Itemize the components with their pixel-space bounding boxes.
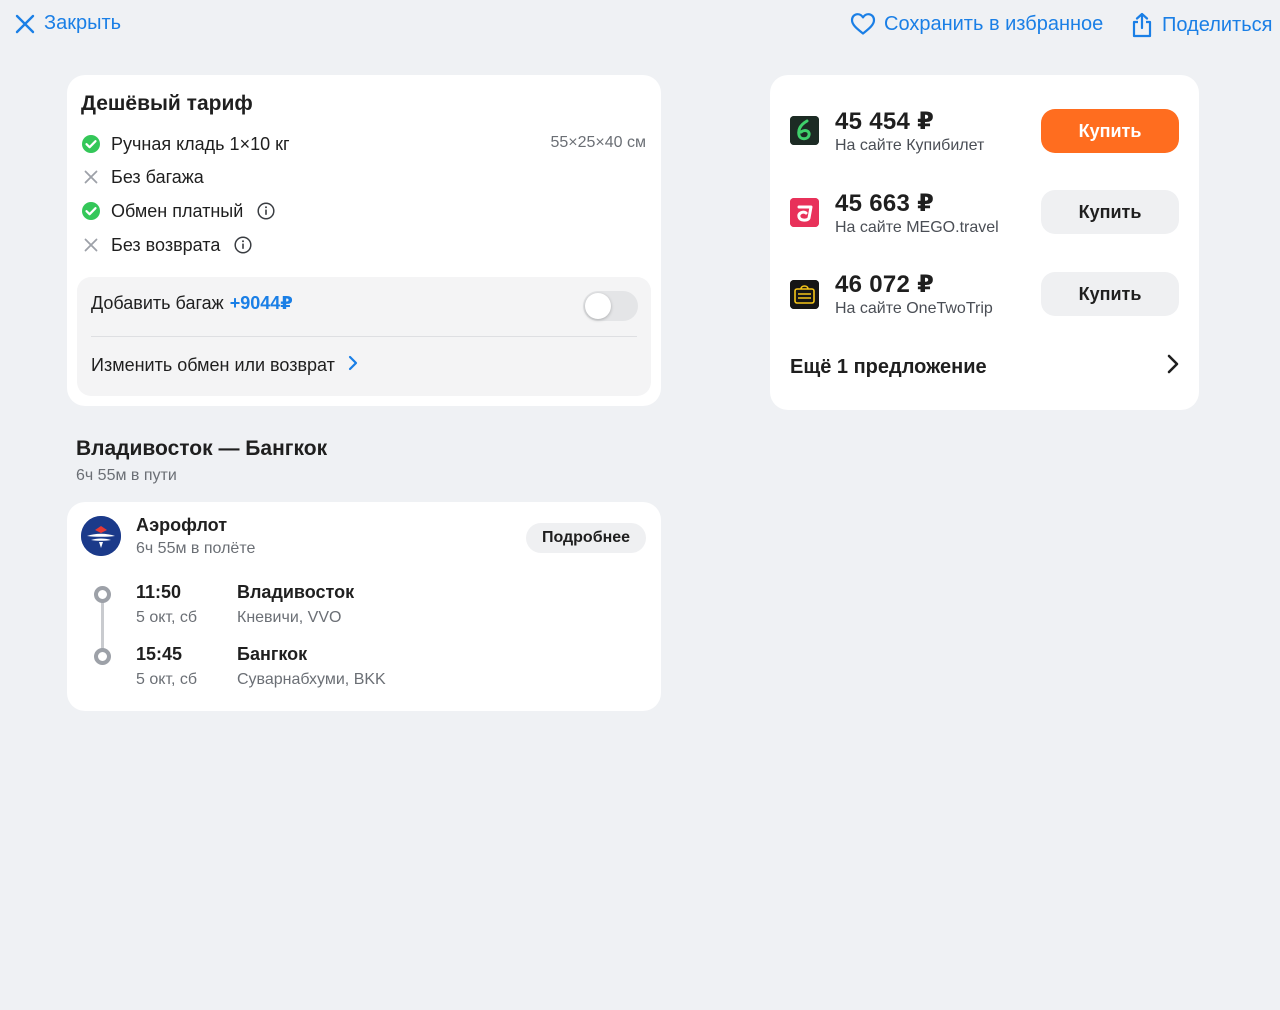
hand-luggage-size: 55×25×40 см — [550, 134, 646, 151]
departure-date: 5 окт, сб — [136, 609, 198, 626]
tariff-title: Дешёвый тариф — [81, 92, 253, 115]
offer-site: На сайте OneTwoTrip — [835, 300, 993, 317]
more-offers-label: Ещё 1 предложение — [790, 355, 987, 378]
check-circle-icon — [81, 134, 101, 154]
buy-button-kupibilet[interactable]: Купить — [1041, 109, 1179, 153]
cross-icon — [81, 235, 101, 255]
feature-exchange: Обмен платный — [81, 199, 275, 223]
offer-price: 46 072 ₽ — [835, 271, 935, 298]
mego-logo — [790, 198, 819, 227]
flight-duration: 6ч 55м в полёте — [136, 540, 256, 557]
details-button[interactable]: Подробнее — [526, 523, 646, 553]
buy-button-mego[interactable]: Купить — [1041, 190, 1179, 234]
offer-site: На сайте MEGO.travel — [835, 219, 999, 236]
offer-price: 45 454 ₽ — [835, 108, 935, 135]
share-icon — [1130, 12, 1154, 38]
arrival-airport: Суварнабхуми, BKK — [237, 671, 386, 688]
save-favorite-label: Сохранить в избранное — [884, 12, 1104, 35]
aeroflot-logo — [81, 516, 121, 556]
flight-card: Аэрофлот 6ч 55м в полёте Подробнее 11:50… — [67, 502, 661, 711]
info-icon[interactable] — [234, 236, 252, 254]
check-circle-icon — [81, 201, 101, 221]
feature-label: Без возврата — [111, 234, 221, 255]
timeline-dot-departure — [94, 586, 111, 603]
add-baggage-label: Добавить багаж — [91, 293, 224, 313]
heart-icon — [850, 12, 876, 36]
onetwotrip-logo — [790, 280, 819, 309]
timeline-dot-arrival — [94, 648, 111, 665]
tariff-card: Дешёвый тариф Ручная кладь 1×10 кг 55×25… — [67, 75, 661, 406]
info-icon[interactable] — [257, 202, 275, 220]
toggle-knob — [585, 293, 611, 319]
feature-label: Ручная кладь 1×10 кг — [111, 133, 290, 154]
share-label: Поделиться — [1162, 13, 1273, 36]
close-label: Закрыть — [44, 12, 122, 34]
arrival-time: 15:45 — [136, 644, 183, 664]
offer-price: 45 663 ₽ — [835, 190, 935, 217]
arrival-city: Бангкок — [237, 644, 308, 664]
offer-site: На сайте Купибилет — [835, 137, 985, 154]
add-baggage-toggle[interactable] — [583, 291, 638, 321]
more-offers-link[interactable]: Ещё 1 предложение — [790, 353, 1180, 381]
change-exchange-refund-link[interactable]: Изменить обмен или возврат — [91, 355, 359, 376]
cross-icon — [81, 167, 101, 187]
top-bar: Закрыть Сохранить в избранное Поделиться — [0, 0, 1280, 52]
airline-name: Аэрофлот — [136, 515, 228, 535]
buy-button-onetwotrip[interactable]: Купить — [1041, 272, 1179, 316]
divider — [91, 336, 637, 337]
feature-label: Обмен платный — [111, 200, 244, 221]
departure-city: Владивосток — [237, 582, 355, 602]
route-duration: 6ч 55м в пути — [76, 467, 177, 484]
arrival-date: 5 окт, сб — [136, 671, 198, 688]
departure-time: 11:50 — [136, 582, 182, 602]
kupibilet-logo — [790, 116, 819, 145]
chevron-right-icon — [347, 355, 359, 376]
timeline-line — [101, 594, 104, 656]
add-baggage-row: Добавить багаж +9044₽ — [91, 293, 293, 314]
departure-airport: Кневичи, VVO — [237, 609, 342, 626]
feature-label: Без багажа — [111, 166, 204, 187]
add-baggage-price: +9044₽ — [229, 293, 293, 313]
feature-baggage: Без багажа — [81, 165, 204, 189]
baggage-options-box: Добавить багаж +9044₽ Изменить обмен или … — [77, 277, 651, 396]
change-exchange-refund-label: Изменить обмен или возврат — [91, 355, 335, 375]
offers-card: 45 454 ₽ На сайте Купибилет Купить 45 66… — [770, 75, 1199, 410]
feature-hand-luggage: Ручная кладь 1×10 кг — [81, 132, 290, 156]
chevron-right-icon — [1166, 353, 1180, 381]
share-button[interactable]: Поделиться — [1130, 12, 1272, 38]
route-title: Владивосток — Бангкок — [76, 437, 328, 460]
save-favorite-button[interactable]: Сохранить в избранное — [850, 12, 1103, 36]
close-icon — [14, 13, 36, 35]
feature-refund: Без возврата — [81, 233, 252, 257]
close-button[interactable]: Закрыть — [14, 12, 121, 35]
